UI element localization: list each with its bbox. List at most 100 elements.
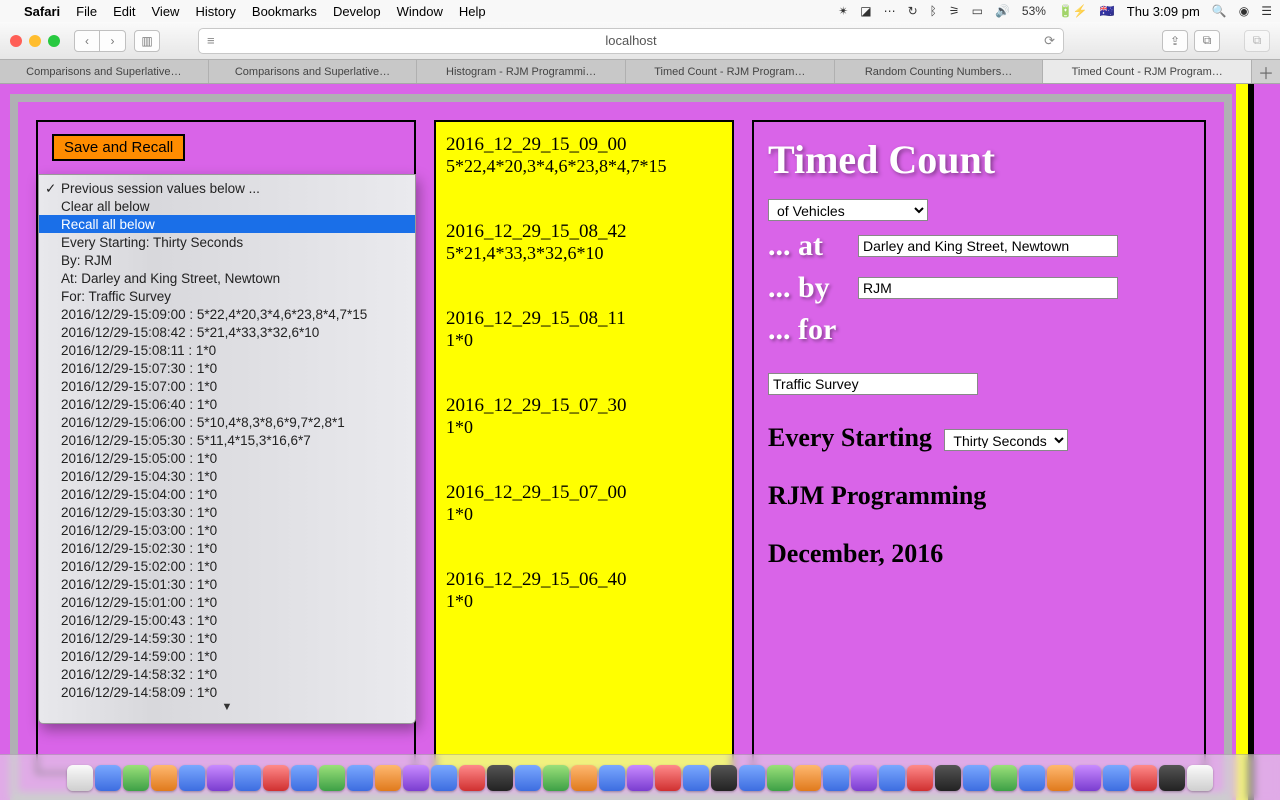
browser-tab[interactable]: Comparisons and Superlative… [0, 60, 209, 83]
battery-text[interactable]: 53% [1022, 4, 1046, 18]
dock-app-icon[interactable] [739, 765, 765, 791]
bluetooth-icon[interactable]: ᛒ [930, 4, 937, 18]
app-name[interactable]: Safari [24, 4, 60, 19]
share-button[interactable]: ⇪ [1162, 30, 1188, 52]
dock-app-icon[interactable] [487, 765, 513, 791]
menu-bookmarks[interactable]: Bookmarks [252, 4, 317, 19]
browser-tab[interactable]: Random Counting Numbers… [835, 60, 1044, 83]
dropdown-item[interactable]: 2016/12/29-15:03:00 : 1*0 [39, 521, 415, 539]
dropdown-item[interactable]: 2016/12/29-15:04:00 : 1*0 [39, 485, 415, 503]
dock-app-icon[interactable] [1103, 765, 1129, 791]
reload-icon[interactable]: ⟳ [1044, 33, 1055, 49]
browser-tab[interactable]: Comparisons and Superlative… [209, 60, 418, 83]
dock-app-icon[interactable] [431, 765, 457, 791]
dock-app-icon[interactable] [67, 765, 93, 791]
sidebar-button[interactable]: ▥ [134, 30, 160, 52]
dropdown-item[interactable]: 2016/12/29-15:04:30 : 1*0 [39, 467, 415, 485]
dock-app-icon[interactable] [907, 765, 933, 791]
dock-app-icon[interactable] [543, 765, 569, 791]
dropdown-item[interactable]: Previous session values below ... [39, 179, 415, 197]
for-input[interactable] [768, 373, 978, 395]
dock-app-icon[interactable] [291, 765, 317, 791]
dock-app-icon[interactable] [991, 765, 1017, 791]
dropdown-item[interactable]: 2016/12/29-14:58:32 : 1*0 [39, 665, 415, 683]
dock-app-icon[interactable] [963, 765, 989, 791]
of-select[interactable]: of Vehicles [768, 199, 928, 221]
battery-icon[interactable]: 🔋⚡ [1058, 4, 1088, 18]
dock-app-icon[interactable] [851, 765, 877, 791]
session-dropdown[interactable]: Previous session values below ...Clear a… [38, 174, 416, 724]
display-icon[interactable]: ▭ [972, 4, 983, 18]
dock-app-icon[interactable] [123, 765, 149, 791]
flag-icon[interactable]: 🇦🇺 [1100, 4, 1115, 18]
dock-app-icon[interactable] [1047, 765, 1073, 791]
menu-file[interactable]: File [76, 4, 97, 19]
dock-app-icon[interactable] [795, 765, 821, 791]
dock-app-icon[interactable] [263, 765, 289, 791]
dock-app-icon[interactable] [1131, 765, 1157, 791]
status-icon[interactable]: ✴ [838, 4, 848, 18]
siri-icon[interactable]: ◉ [1239, 4, 1249, 18]
dropdown-item[interactable]: 2016/12/29-15:01:00 : 1*0 [39, 593, 415, 611]
dropdown-item[interactable]: 2016/12/29-15:09:00 : 5*22,4*20,3*4,6*23… [39, 305, 415, 323]
dock-app-icon[interactable] [935, 765, 961, 791]
dropdown-item[interactable]: At: Darley and King Street, Newtown [39, 269, 415, 287]
dropdown-item[interactable]: 2016/12/29-14:59:00 : 1*0 [39, 647, 415, 665]
dock-app-icon[interactable] [711, 765, 737, 791]
dock-app-icon[interactable] [459, 765, 485, 791]
dropdown-item[interactable]: 2016/12/29-15:08:42 : 5*21,4*33,3*32,6*1… [39, 323, 415, 341]
clock[interactable]: Thu 3:09 pm [1127, 4, 1200, 19]
dock-app-icon[interactable] [95, 765, 121, 791]
notifications-icon[interactable]: ☰ [1261, 4, 1272, 18]
dropdown-item[interactable]: 2016/12/29-15:02:00 : 1*0 [39, 557, 415, 575]
dock-app-icon[interactable] [347, 765, 373, 791]
menu-history[interactable]: History [195, 4, 235, 19]
dock-app-icon[interactable] [599, 765, 625, 791]
every-select[interactable]: Thirty Seconds [944, 429, 1068, 451]
dock-app-icon[interactable] [179, 765, 205, 791]
dock-app-icon[interactable] [403, 765, 429, 791]
tabs-overview-button[interactable]: ⧉ [1244, 30, 1270, 52]
menu-help[interactable]: Help [459, 4, 486, 19]
menu-view[interactable]: View [152, 4, 180, 19]
dropdown-item[interactable]: 2016/12/29-15:00:43 : 1*0 [39, 611, 415, 629]
at-input[interactable] [858, 235, 1118, 257]
dock-app-icon[interactable] [767, 765, 793, 791]
dock-app-icon[interactable] [627, 765, 653, 791]
minimize-window-button[interactable] [29, 35, 41, 47]
new-tab-button[interactable]: ＋ [1252, 60, 1280, 83]
dock-app-icon[interactable] [655, 765, 681, 791]
dropdown-item[interactable]: For: Traffic Survey [39, 287, 415, 305]
dropdown-item[interactable]: 2016/12/29-15:05:30 : 5*11,4*15,3*16,6*7 [39, 431, 415, 449]
status-icon[interactable]: ◪ [860, 4, 871, 18]
menu-window[interactable]: Window [397, 4, 443, 19]
menu-develop[interactable]: Develop [333, 4, 381, 19]
forward-button[interactable]: › [100, 30, 126, 52]
menu-edit[interactable]: Edit [113, 4, 135, 19]
dock-app-icon[interactable] [879, 765, 905, 791]
dropdown-item[interactable]: 2016/12/29-15:06:00 : 5*10,4*8,3*8,6*9,7… [39, 413, 415, 431]
dropdown-item[interactable]: 2016/12/29-15:03:30 : 1*0 [39, 503, 415, 521]
dropdown-item[interactable]: By: RJM [39, 251, 415, 269]
tabs-button[interactable]: ⧉ [1194, 30, 1220, 52]
zoom-window-button[interactable] [48, 35, 60, 47]
dock-app-icon[interactable] [1159, 765, 1185, 791]
dock-app-icon[interactable] [571, 765, 597, 791]
dropdown-item[interactable]: 2016/12/29-15:08:11 : 1*0 [39, 341, 415, 359]
browser-tab-active[interactable]: Timed Count - RJM Program… [1043, 60, 1252, 83]
save-recall-button[interactable]: Save and Recall [52, 134, 185, 161]
wifi-icon[interactable]: ⚞ [949, 4, 960, 18]
volume-icon[interactable]: 🔊 [995, 4, 1010, 18]
status-icon[interactable]: ⋯ [884, 4, 896, 18]
dock-app-icon[interactable] [319, 765, 345, 791]
dropdown-item[interactable]: Clear all below [39, 197, 415, 215]
dock-app-icon[interactable] [1019, 765, 1045, 791]
dock-app-icon[interactable] [823, 765, 849, 791]
by-input[interactable] [858, 277, 1118, 299]
dropdown-item[interactable]: 2016/12/29-15:06:40 : 1*0 [39, 395, 415, 413]
dock-app-icon[interactable] [151, 765, 177, 791]
browser-tab[interactable]: Histogram - RJM Programmi… [417, 60, 626, 83]
dock-app-icon[interactable] [1187, 765, 1213, 791]
dropdown-item[interactable]: 2016/12/29-15:02:30 : 1*0 [39, 539, 415, 557]
dock-app-icon[interactable] [683, 765, 709, 791]
